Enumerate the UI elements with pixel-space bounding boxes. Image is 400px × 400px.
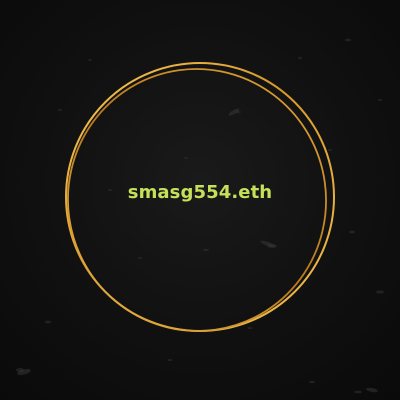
ens-name-label: smasg554.eth: [127, 182, 273, 203]
ens-avatar-card: smasg554.eth: [0, 0, 400, 400]
